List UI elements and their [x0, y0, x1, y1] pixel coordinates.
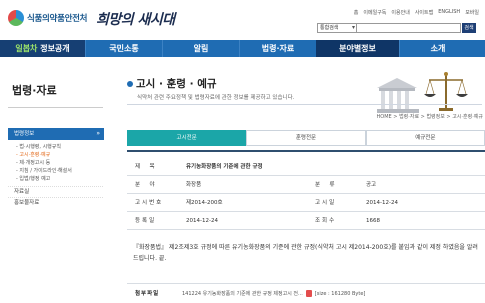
util-link-sitemap[interactable]: 사이트맵 — [415, 9, 433, 16]
nav-law-data[interactable]: 법령·자료 — [239, 40, 316, 57]
nav-field-info[interactable]: 분야별정보 — [316, 40, 399, 57]
breadcrumb: HOME > 법령·자료 > 법령정보 > 고시·훈령·예규 — [376, 114, 483, 120]
util-link-email[interactable]: 이메일구독 — [363, 9, 386, 16]
nav-communication[interactable]: 국민소통 — [85, 40, 162, 57]
detail-row-number: 고시번호 제2014-200호 고시일 2014-12-24 — [127, 194, 485, 212]
search-scope-select[interactable]: 통합검색 — [317, 23, 357, 33]
value-number: 제2014-200호 — [186, 200, 223, 206]
notice-tabs: 고시전문 훈령전문 예규전문 — [127, 130, 485, 146]
side-sub-guidelines[interactable]: - 지침 / 가이드라인·해설서 — [16, 167, 103, 175]
value-register-date: 2014-12-24 — [186, 218, 218, 224]
attachment-size: [size : 161280 Byte] — [314, 290, 366, 297]
util-link-mobile[interactable]: 모바일 — [465, 9, 479, 16]
detail-row-register: 등록일 2014-12-24 조회수 1668 — [127, 212, 485, 230]
attachment-label: 첨부파일 — [135, 291, 160, 297]
nav-info-open-accent: 일봅차 — [15, 44, 38, 53]
label-title: 제 목 — [135, 164, 157, 170]
detail-row-field: 분 야 화장품 분 류 공고 — [127, 176, 485, 194]
pdf-file-icon[interactable] — [305, 290, 312, 297]
detail-row-title: 제 목 유기농화장품의 기준에 관한 규정 — [127, 158, 485, 176]
attachment-file[interactable]: 141224 유기농화장품의 기준에 관한 규정 제정고시 전... [size… — [182, 284, 365, 303]
tab-directive-full[interactable]: 훈령전문 — [246, 130, 366, 146]
search-button[interactable]: 검색 — [462, 23, 476, 33]
side-sub-revisions-label: 제·개정고시 등 — [19, 160, 51, 166]
search-bar: 통합검색 검색 — [317, 23, 476, 33]
attachment-name[interactable]: 141224 유기농화장품의 기준에 관한 규정 제정고시 전... — [182, 284, 303, 303]
side-sub-guidelines-label: 지침 / 가이드라인·해설서 — [19, 168, 72, 174]
attachment-row: 첨부파일 141224 유기농화장품의 기준에 관한 규정 제정고시 전... … — [127, 284, 485, 303]
util-link-home[interactable]: 홈 — [354, 9, 359, 16]
title-bullet-icon — [127, 81, 133, 87]
value-notice-date: 2014-12-24 — [366, 200, 398, 206]
label-field: 분 야 — [135, 182, 157, 188]
util-link-guide[interactable]: 이용안내 — [391, 9, 409, 16]
nav-info-open[interactable]: 일봅차 정보공개 — [0, 40, 85, 57]
mfds-logo-icon[interactable] — [8, 10, 24, 26]
side-sub-acts-label: 법·시행령, 시행규칙 — [19, 144, 61, 150]
table-top-border — [127, 150, 485, 152]
notice-detail: 제 목 유기농화장품의 기준에 관한 규정 분 야 화장품 분 류 공고 고시번… — [127, 158, 485, 303]
side-navigation: 법령·자료 법령정보 - 법·시행령, 시행규칙 - 고시·훈령·예규 - 제·… — [8, 68, 104, 208]
nav-about[interactable]: 소개 — [399, 40, 476, 57]
label-number: 고시번호 — [135, 200, 164, 206]
side-sub-legislation[interactable]: - 입법/행정 예고 — [16, 175, 103, 183]
site-logo-text[interactable]: 식품의약품안전처 — [27, 12, 87, 24]
side-nav-title: 법령·자료 — [8, 68, 103, 108]
tab-rule-full[interactable]: 예규전문 — [365, 130, 485, 146]
side-nav-archive[interactable]: 자료실 — [8, 186, 103, 197]
label-type: 분 류 — [315, 182, 337, 188]
site-header: 식품의약품안전처 희망의 새시대 홈 이메일구독 이용안내 사이트맵 ENGLI… — [0, 0, 485, 40]
side-nav-promo[interactable]: 홍보물자료 — [8, 197, 103, 208]
label-notice-date: 고시일 — [315, 200, 337, 206]
side-nav-law-info[interactable]: 법령정보 — [8, 128, 104, 140]
side-sub-legislation-label: 입법/행정 예고 — [19, 176, 51, 182]
util-link-english[interactable]: ENGLISH — [438, 9, 460, 16]
nav-notice[interactable]: 알림 — [162, 40, 239, 57]
side-sub-notices-label: 고시·훈령·예규 — [19, 152, 51, 158]
utility-links: 홈 이메일구독 이용안내 사이트맵 ENGLISH 모바일 — [354, 9, 479, 16]
page-title: 고시 · 훈령 · 예규 — [127, 76, 217, 91]
value-views: 1668 — [366, 218, 380, 224]
value-type: 공고 — [366, 182, 377, 188]
side-sub-acts[interactable]: - 법·시행령, 시행규칙 — [16, 143, 103, 151]
main-navigation: 일봅차 정보공개 국민소통 알림 법령·자료 분야별정보 소개 — [0, 40, 485, 57]
label-views: 조회수 — [315, 218, 337, 224]
side-nav-submenu: - 법·시행령, 시행규칙 - 고시·훈령·예규 - 제·개정고시 등 - 지침… — [8, 140, 103, 183]
search-input[interactable] — [357, 23, 461, 33]
page-description: 식약처 관련 주요정책 및 법령자료에 관한 정보를 제공하고 있습니다. — [137, 95, 295, 101]
nav-info-open-label: 정보공개 — [37, 44, 70, 53]
slogan: 희망의 새시대 — [96, 12, 175, 28]
title-separator — [127, 104, 482, 105]
page-title-text: 고시 · 훈령 · 예규 — [136, 78, 217, 90]
side-sub-revisions[interactable]: - 제·개정고시 등 — [16, 159, 103, 167]
label-register-date: 등록일 — [135, 218, 157, 224]
notice-body: 『화장품법』 제2조제3호 규정에 따른 유기농화장품의 기준에 관한 규정(식… — [127, 230, 485, 284]
value-field: 화장품 — [186, 182, 202, 188]
side-sub-notices[interactable]: - 고시·훈령·예규 — [16, 151, 103, 159]
value-title: 유기농화장품의 기준에 관한 규정 — [186, 164, 263, 170]
tab-notice-full[interactable]: 고시전문 — [127, 130, 247, 146]
